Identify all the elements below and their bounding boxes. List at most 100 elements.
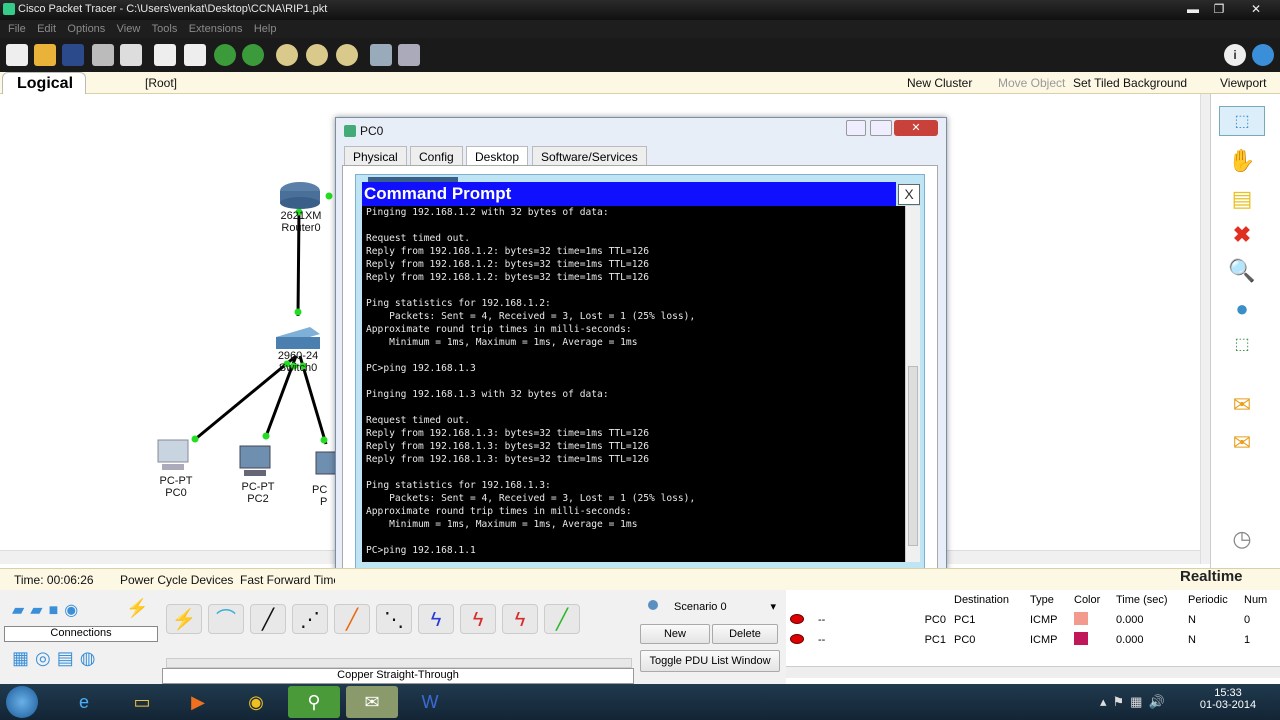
move-object-button[interactable]: Move Object (998, 76, 1065, 90)
toggle-pdu-list-button[interactable]: Toggle PDU List Window (640, 650, 780, 672)
menu-file[interactable]: File (8, 23, 26, 35)
internet-explorer-icon[interactable]: e (58, 686, 110, 718)
clock[interactable]: 15:33 01-03-2014 (1196, 687, 1260, 711)
new-cluster-button[interactable]: New Cluster (907, 76, 972, 90)
copy-icon[interactable] (154, 44, 176, 66)
media-player-icon[interactable]: ▶ (172, 686, 224, 718)
activity-wizard-icon[interactable] (120, 44, 142, 66)
pc-close-button[interactable]: ✕ (894, 120, 938, 136)
menu-tools[interactable]: Tools (152, 23, 178, 35)
pc0-icon (157, 439, 189, 463)
phone-cable-icon[interactable]: ⋱ (376, 604, 412, 634)
paste-icon[interactable] (184, 44, 206, 66)
terminal-scroll-thumb[interactable] (908, 366, 918, 546)
open-folder-icon[interactable] (34, 44, 56, 66)
chrome-icon[interactable]: ◉ (230, 686, 282, 718)
scenario-select[interactable]: Scenario 0 ▾ (662, 600, 780, 618)
connections-scrollbar[interactable] (166, 658, 632, 668)
octal-cable-icon[interactable]: ╱ (544, 604, 580, 634)
tab-physical[interactable]: Physical (344, 146, 407, 166)
delete-icon[interactable]: ✖ (1219, 220, 1265, 250)
col-last-status[interactable]: Last Status (814, 590, 884, 610)
fiber-icon[interactable]: ╱ (334, 604, 370, 634)
add-simple-pdu-icon[interactable]: ✉ (1219, 390, 1265, 420)
palette-icon[interactable] (370, 44, 392, 66)
col-time[interactable]: Time (sec) (1112, 590, 1184, 610)
pc-minimize-button[interactable] (846, 120, 866, 136)
copper-straight-icon[interactable]: ╱ (250, 604, 286, 634)
new-file-icon[interactable] (6, 44, 28, 66)
coaxial-icon[interactable]: ϟ (418, 604, 454, 634)
menu-edit[interactable]: Edit (37, 23, 56, 35)
zoom-in-icon[interactable] (276, 44, 298, 66)
pdu-scrollbar[interactable] (786, 666, 1280, 678)
undo-icon[interactable] (214, 44, 236, 66)
terminal-scrollbar[interactable] (905, 206, 920, 562)
minimize-button[interactable]: ▬ (1180, 0, 1206, 18)
simulation-clock-icon[interactable]: ◷ (1219, 524, 1265, 554)
power-cycle-button[interactable]: Power Cycle Devices (120, 573, 233, 587)
device-subtype-icons[interactable]: ▦◎▤◍ (12, 648, 101, 669)
device-category-icons[interactable]: ▰▰■◉ (12, 600, 84, 620)
select-icon[interactable]: ⬚ (1219, 106, 1265, 136)
fire-icon[interactable] (786, 610, 814, 630)
tab-desktop[interactable]: Desktop (466, 146, 529, 166)
link-light (262, 432, 270, 440)
close-button[interactable]: ✕ (1240, 0, 1272, 18)
new-scenario-button[interactable]: New (640, 624, 710, 644)
packet-tracer-taskbar-icon-2[interactable]: ✉ (346, 686, 398, 718)
custom-device-icon[interactable] (398, 44, 420, 66)
console-cable-icon[interactable]: ⌒ (208, 604, 244, 634)
move-layout-icon[interactable]: ✋ (1219, 146, 1265, 176)
fast-forward-button[interactable]: Fast Forward Time (240, 573, 335, 587)
fire-icon[interactable] (786, 630, 814, 650)
menu-help[interactable]: Help (254, 23, 277, 35)
pc-maximize-button[interactable] (870, 120, 892, 136)
packet-tracer-taskbar-icon[interactable]: ⚲ (288, 686, 340, 718)
serial-dce-icon[interactable]: ϟ (460, 604, 496, 634)
col-source[interactable]: Source (884, 590, 950, 610)
info-icon[interactable]: i (1224, 44, 1246, 66)
resize-shape-icon[interactable]: ⬚ (1219, 330, 1265, 360)
viewport-button[interactable]: Viewport (1220, 76, 1266, 90)
delete-scenario-button[interactable]: Delete (712, 624, 778, 644)
save-icon[interactable] (62, 44, 84, 66)
tab-software-services[interactable]: Software/Services (532, 146, 647, 166)
place-note-icon[interactable]: ▤ (1219, 184, 1265, 214)
zoom-reset-icon[interactable] (306, 44, 328, 66)
help-icon[interactable] (1252, 44, 1274, 66)
col-fire[interactable]: Fire (786, 590, 814, 610)
pdu-row[interactable]: -- PC1 PC0 ICMP 0.000 N 1 (786, 630, 1276, 650)
start-button-icon[interactable] (6, 686, 38, 718)
realtime-mode-label[interactable]: Realtime (1180, 568, 1243, 585)
redo-icon[interactable] (242, 44, 264, 66)
pdu-destination: PC0 (954, 634, 976, 646)
col-color[interactable]: Color (1070, 590, 1112, 610)
draw-shape-icon[interactable]: ● (1219, 294, 1265, 324)
inspect-icon[interactable]: 🔍 (1219, 256, 1265, 286)
col-num[interactable]: Num (1240, 590, 1276, 610)
col-periodic[interactable]: Periodic (1184, 590, 1240, 610)
menu-options[interactable]: Options (67, 23, 105, 35)
zoom-out-icon[interactable] (336, 44, 358, 66)
connections-category-icon[interactable]: ⚡ (126, 598, 150, 618)
pdu-row[interactable]: -- PC0 PC1 ICMP 0.000 N 0 (786, 610, 1276, 630)
root-breadcrumb[interactable]: [Root] (145, 76, 177, 90)
terminal-output[interactable]: Pinging 192.168.1.2 with 32 bytes of dat… (362, 206, 905, 562)
print-icon[interactable] (92, 44, 114, 66)
system-tray-icons[interactable]: ▴⚑▦🔊 (1100, 694, 1171, 710)
col-destination[interactable]: Destination (950, 590, 1026, 610)
maximize-button[interactable]: ❐ (1206, 0, 1232, 18)
menu-extensions[interactable]: Extensions (189, 23, 243, 35)
copper-cross-icon[interactable]: ⋰ (292, 604, 328, 634)
col-type[interactable]: Type (1026, 590, 1070, 610)
file-explorer-icon[interactable]: ▭ (116, 686, 168, 718)
tab-config[interactable]: Config (410, 146, 463, 166)
automatic-connection-icon[interactable]: ⚡ (166, 604, 202, 634)
set-tiled-background-button[interactable]: Set Tiled Background (1073, 76, 1187, 90)
serial-dte-icon[interactable]: ϟ (502, 604, 538, 634)
menu-view[interactable]: View (117, 23, 141, 35)
command-prompt-close-button[interactable]: X (898, 184, 920, 205)
add-complex-pdu-icon[interactable]: ✉ (1219, 428, 1265, 458)
word-icon[interactable]: W (404, 686, 456, 718)
